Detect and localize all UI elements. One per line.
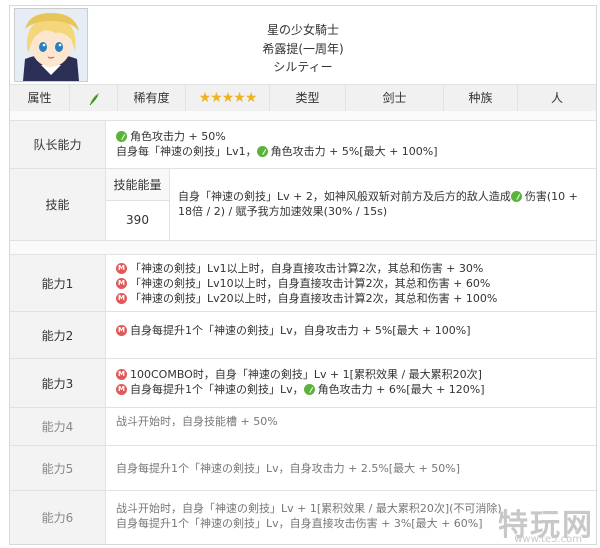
rarity-stars: ★★★★★	[186, 85, 270, 111]
wind-damage-icon	[510, 191, 522, 202]
skill-energy-label: 技能能量	[106, 169, 170, 201]
skill-row: 技能 技能能量 390 自身「神速の剣技」Lv + 2，如神风般双斩对前方及后方…	[10, 169, 596, 241]
section-divider	[10, 111, 596, 121]
ability-content: 战斗开始时，自身技能槽 + 50%	[116, 415, 278, 428]
ability-label: 能力2	[10, 312, 106, 358]
ability-row-2: 能力2 自身每提升1个「神速の剣技」Lv，自身攻击力 + 5%[最大 + 100…	[10, 312, 596, 359]
ability-row-5: 能力5 自身每提升1个「神速の剣技」Lv，自身攻击力 + 2.5%[最大 + 5…	[10, 446, 596, 491]
type-value: 剑士	[346, 85, 444, 111]
skill-level-icon	[116, 263, 127, 274]
ability-label: 能力5	[10, 446, 106, 490]
ability-content: 自身每提升1个「神速の剣技」Lv，自身攻击力 + 5%[最大 + 100%]	[116, 323, 590, 338]
ability-label: 能力3	[10, 359, 106, 407]
character-card: 星の少女騎士 希露提(一周年) シルティー 属性 稀有度 ★★★★★ 类型 剑士…	[9, 5, 597, 545]
ability-label: 能力6	[10, 491, 106, 544]
ability-content: 「神速の剣技」Lv1以上时，自身直接攻击计算2次，其总和伤害 + 30% 「神速…	[116, 261, 590, 306]
skill-level-icon	[116, 293, 127, 304]
attribute-cell	[70, 85, 118, 111]
ability-row-4: 能力4 战斗开始时，自身技能槽 + 50%	[10, 408, 596, 446]
skill-label: 技能	[10, 169, 106, 240]
skill-level-icon	[116, 384, 127, 395]
attack-up-icon	[116, 131, 127, 142]
wind-attribute-icon	[89, 92, 99, 105]
attribute-row: 属性 稀有度 ★★★★★ 类型 剑士 种族 人	[10, 84, 596, 112]
ability-label: 能力1	[10, 255, 106, 311]
character-title: 星の少女騎士	[266, 23, 339, 37]
leader-ability-label: 队长能力	[10, 121, 106, 168]
type-label: 类型	[270, 85, 346, 111]
character-name-jp: シルティー	[273, 60, 333, 74]
character-name-cn: 希露提(一周年)	[262, 42, 344, 56]
attribute-label: 属性	[10, 85, 70, 111]
leader-ability-content: 角色攻击力 + 50% 自身每「神速の剣技」Lv1， 角色攻击力 + 5%[最大 …	[116, 130, 438, 158]
watermark-url: www.te5.com	[514, 534, 582, 545]
ability-label: 能力4	[10, 408, 106, 445]
skill-energy-value: 390	[106, 201, 170, 240]
ability-row-1: 能力1 「神速の剣技」Lv1以上时，自身直接攻击计算2次，其总和伤害 + 30%…	[10, 255, 596, 312]
skill-level-icon	[116, 278, 127, 289]
leader-ability-row: 队长能力 角色攻击力 + 50% 自身每「神速の剣技」Lv1， 角色攻击力 + 5…	[10, 121, 596, 169]
section-divider	[10, 241, 596, 255]
race-label: 种族	[444, 85, 518, 111]
skill-level-icon	[116, 325, 127, 336]
race-value: 人	[550, 91, 563, 105]
ability-content: 100COMBO时，自身「神速の剣技」Lv + 1[累积效果 / 最大累积20次…	[116, 367, 590, 397]
skill-description: 自身「神速の剣技」Lv + 2，如神风般双斩对前方及后方的敌人造成 伤害(10 +…	[178, 190, 578, 218]
ability-row-3: 能力3 100COMBO时，自身「神速の剣技」Lv + 1[累积效果 / 最大累…	[10, 359, 596, 408]
combo-icon	[116, 369, 127, 380]
character-header: 星の少女騎士 希露提(一周年) シルティー	[10, 6, 596, 84]
attack-up-icon	[256, 146, 268, 157]
attack-up-icon	[303, 384, 315, 395]
rarity-label: 稀有度	[118, 85, 186, 111]
ability-content: 自身每提升1个「神速の剣技」Lv，自身攻击力 + 2.5%[最大 + 50%]	[116, 462, 461, 475]
